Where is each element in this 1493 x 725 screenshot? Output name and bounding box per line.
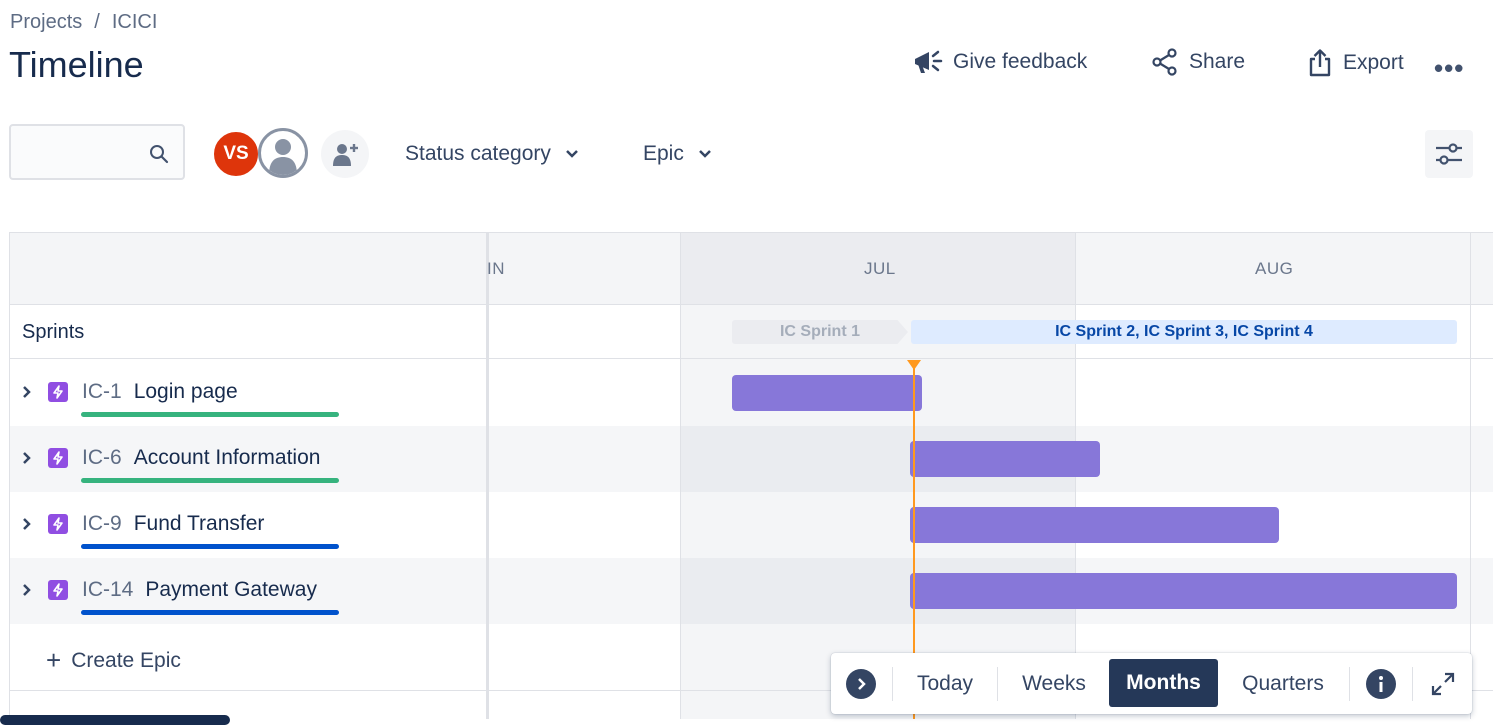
breadcrumb-project-link[interactable]: ICICI [112, 11, 158, 34]
weeks-label: Weeks [1022, 671, 1086, 695]
month-label: AUG [1255, 259, 1294, 278]
expand-panel-button[interactable] [839, 653, 883, 714]
give-feedback-button[interactable]: Give feedback [913, 48, 1087, 76]
epic-key[interactable]: IC-9 [82, 512, 122, 536]
avatar-initials: VS [223, 143, 249, 164]
months-button[interactable]: Months [1109, 659, 1218, 707]
horizontal-scrollbar[interactable] [0, 715, 230, 725]
avatar[interactable] [258, 128, 308, 178]
more-icon: ••• [1434, 53, 1465, 83]
search-field[interactable] [9, 124, 185, 180]
plus-icon: + [46, 645, 62, 675]
share-label: Share [1189, 50, 1246, 73]
divider [1412, 667, 1413, 701]
epic-list-item[interactable]: IC-1 Login page [22, 380, 238, 404]
fullscreen-button[interactable] [1421, 653, 1465, 714]
megaphone-icon [915, 50, 943, 73]
search-icon [150, 145, 169, 164]
share-button[interactable]: Share [1151, 48, 1245, 76]
export-label: Export [1343, 51, 1404, 74]
epic-list-item[interactable]: IC-6 Account Information [22, 446, 320, 470]
epic-timeline-bar[interactable] [910, 573, 1457, 609]
expand-chevron-icon[interactable] [22, 583, 34, 597]
epic-progress-bar [81, 544, 339, 549]
status-category-label: Status category [405, 142, 551, 165]
expand-chevron-icon[interactable] [22, 517, 34, 531]
sprint-label: IC Sprint 1 [779, 323, 860, 340]
export-icon [1309, 49, 1331, 77]
timeline-controls: Today Weeks Months Quarters [831, 653, 1472, 714]
breadcrumb: Projects / ICICI [10, 11, 157, 34]
epic-lightning-icon [48, 514, 68, 534]
divider [997, 667, 998, 701]
status-category-filter[interactable]: Status category [405, 142, 579, 166]
epic-timeline-bar[interactable] [910, 507, 1279, 543]
row-divider [10, 358, 1493, 359]
sprints-label: Sprints [22, 321, 85, 343]
chevron-down-icon [566, 150, 578, 158]
quarters-button[interactable]: Quarters [1228, 653, 1338, 714]
month-divider [1470, 233, 1471, 719]
expand-icon [1431, 672, 1455, 695]
today-button[interactable]: Today [903, 653, 987, 714]
info-button[interactable] [1359, 653, 1403, 714]
share-icon [1152, 48, 1177, 76]
epic-lightning-icon [48, 448, 68, 468]
quarters-label: Quarters [1242, 671, 1324, 695]
epic-timeline-bar[interactable] [732, 375, 922, 411]
epic-progress-bar [81, 412, 339, 417]
month-label: JUL [864, 259, 896, 278]
expand-chevron-icon[interactable] [22, 385, 34, 399]
epic-filter-label: Epic [643, 142, 684, 165]
view-settings-button[interactable] [1425, 130, 1473, 178]
month-divider [680, 233, 681, 719]
epic-filter[interactable]: Epic [643, 142, 712, 166]
weeks-button[interactable]: Weeks [1009, 653, 1099, 714]
sliders-icon [1436, 143, 1462, 165]
today-marker [907, 360, 921, 370]
epic-timeline-bar[interactable] [910, 441, 1100, 477]
create-epic-button[interactable]: + Create Epic [46, 645, 181, 676]
more-actions-button[interactable]: ••• [1434, 53, 1464, 84]
sprint-marker[interactable]: IC Sprint 1 [732, 320, 908, 344]
epic-name[interactable]: Payment Gateway [145, 578, 317, 602]
months-label: Months [1126, 671, 1201, 694]
epic-list-item[interactable]: IC-9 Fund Transfer [22, 512, 264, 536]
breadcrumb-projects-link[interactable]: Projects [10, 11, 82, 34]
epic-lightning-icon [48, 382, 68, 402]
epic-key[interactable]: IC-6 [82, 446, 122, 470]
add-person-icon [333, 144, 358, 166]
expand-chevron-icon[interactable] [22, 451, 34, 465]
sprint-label: IC Sprint 2, IC Sprint 3, IC Sprint 4 [1055, 323, 1313, 340]
month-label: IN [487, 259, 505, 278]
export-button[interactable]: Export [1307, 48, 1404, 78]
panel-resize-handle[interactable] [486, 233, 489, 719]
epic-key[interactable]: IC-1 [82, 380, 122, 404]
give-feedback-label: Give feedback [953, 50, 1088, 73]
info-icon [1366, 668, 1396, 699]
epic-progress-bar [81, 478, 339, 483]
epic-lightning-icon [48, 580, 68, 600]
create-epic-label: Create Epic [71, 648, 181, 672]
epic-key[interactable]: IC-14 [82, 578, 133, 602]
epic-name[interactable]: Login page [134, 380, 238, 404]
divider [1349, 667, 1350, 701]
epic-progress-bar [81, 610, 339, 615]
sprint-marker[interactable]: IC Sprint 2, IC Sprint 3, IC Sprint 4 [911, 320, 1457, 344]
search-input[interactable] [21, 140, 150, 166]
epic-name[interactable]: Account Information [134, 446, 321, 470]
today-label: Today [916, 671, 974, 695]
avatar[interactable]: VS [212, 130, 260, 178]
divider [892, 667, 893, 701]
chevron-down-icon [698, 150, 711, 158]
add-people-button[interactable] [321, 130, 369, 178]
epic-name[interactable]: Fund Transfer [134, 512, 265, 536]
breadcrumb-separator: / [94, 11, 100, 33]
default-avatar-icon [269, 139, 297, 175]
epic-list-item[interactable]: IC-14 Payment Gateway [22, 578, 317, 602]
chevron-right-icon [846, 668, 876, 699]
page-title: Timeline [9, 44, 144, 85]
